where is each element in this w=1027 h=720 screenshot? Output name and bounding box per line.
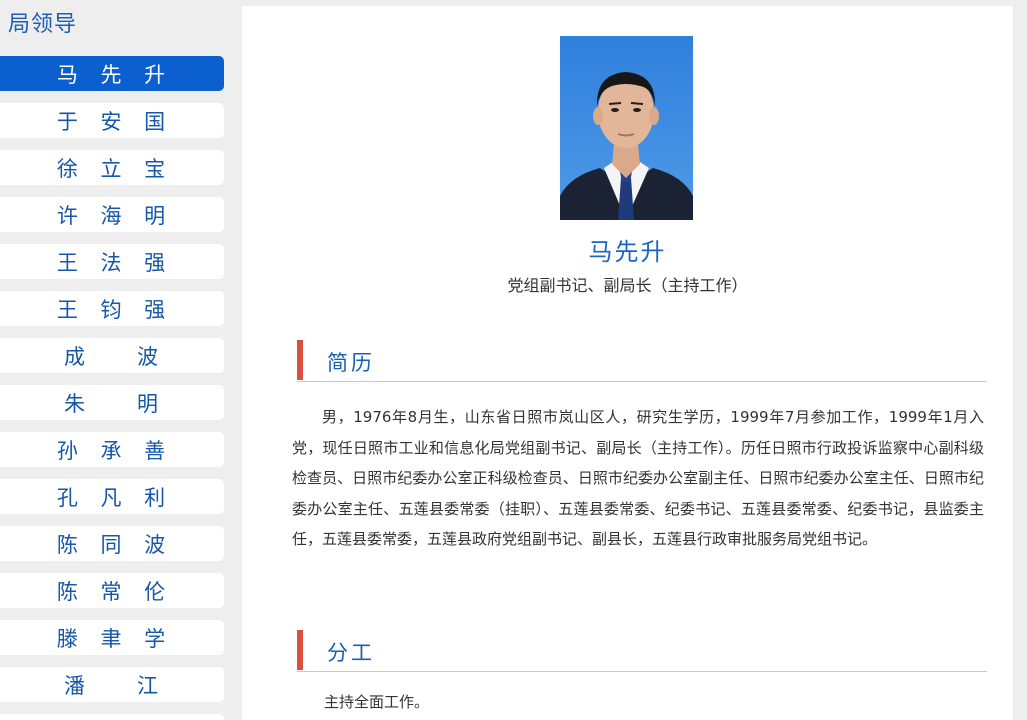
nav-item-cheng-bo[interactable]: 成 波 [0, 338, 224, 373]
nav-item-label: 朱 明 [63, 391, 167, 416]
nav-item-label: 孙 承 善 [56, 438, 174, 463]
nav-item-label: 徐 立 宝 [56, 156, 174, 181]
nav-item-sun-chengshan[interactable]: 孙 承 善 [0, 432, 224, 467]
bio-heading: 简历 [327, 351, 375, 375]
portrait-image [560, 36, 693, 220]
nav-item-wang-faqiang[interactable]: 王 法 强 [0, 244, 224, 279]
nav-item-label: 潘 江 [63, 673, 167, 698]
nav-item-yu-anguo[interactable]: 于 安 国 [0, 103, 224, 138]
nav-item-label: 成 波 [63, 344, 167, 369]
nav-item-label: 马 先 升 [56, 62, 174, 87]
nav-item-next[interactable] [0, 714, 224, 720]
sidebar-title: 局领导 [8, 12, 78, 37]
duty-section-header: 分工 [297, 630, 987, 672]
nav-item-label: 王 法 强 [56, 250, 174, 275]
bio-section-header: 简历 [297, 340, 987, 382]
person-name: 马先升 [588, 238, 667, 266]
nav-item-zhu-ming[interactable]: 朱 明 [0, 385, 224, 420]
sidebar: 局领导 马 先 升 于 安 国 徐 立 宝 许 海 明 王 法 强 王 钧 强 … [0, 0, 232, 720]
nav-item-xu-haiming[interactable]: 许 海 明 [0, 197, 224, 232]
nav-item-pan-jiang[interactable]: 潘 江 [0, 667, 224, 702]
nav-item-label: 王 钧 强 [56, 297, 174, 322]
bio-text: 男，1976年8月生，山东省日照市岚山区人，研究生学历，1999年7月参加工作，… [292, 408, 984, 548]
nav-item-chen-changlun[interactable]: 陈 常 伦 [0, 573, 224, 608]
nav-item-chen-tongbo[interactable]: 陈 同 波 [0, 526, 224, 561]
section-accent-bar [297, 340, 303, 380]
nav-item-label: 许 海 明 [56, 203, 174, 228]
nav-item-label: 孔 凡 利 [56, 485, 174, 510]
profile-panel: 马先升 党组副书记、副局长（主持工作） 简历 男，1976年8月生，山东省日照市… [242, 6, 1013, 720]
person-title: 党组副书记、副局长（主持工作） [507, 276, 748, 295]
nav-item-kong-fanli[interactable]: 孔 凡 利 [0, 479, 224, 514]
nav-item-ma-xiansheng[interactable]: 马 先 升 [0, 56, 224, 91]
nav-item-wang-junqiang[interactable]: 王 钧 强 [0, 291, 224, 326]
portrait-photo [560, 36, 693, 220]
nav-item-label: 滕 聿 学 [56, 626, 174, 651]
nav-item-xu-libao[interactable]: 徐 立 宝 [0, 150, 224, 185]
nav-item-teng-yuxue[interactable]: 滕 聿 学 [0, 620, 224, 655]
nav-item-label: 陈 常 伦 [56, 579, 174, 604]
duty-text: 主持全面工作。 [324, 693, 430, 711]
nav-item-label: 陈 同 波 [56, 532, 174, 557]
section-accent-bar [297, 630, 303, 670]
duty-heading: 分工 [327, 641, 375, 665]
nav-item-label: 于 安 国 [56, 109, 174, 134]
